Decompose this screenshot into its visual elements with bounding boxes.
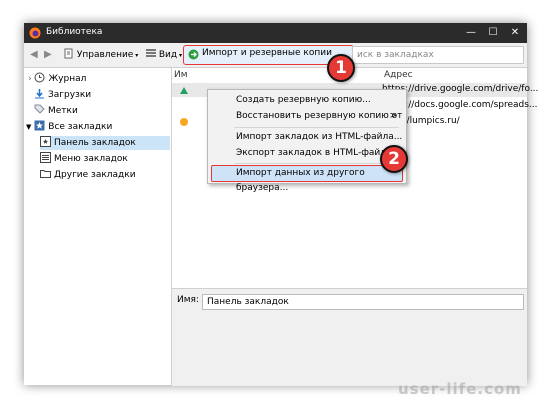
menu-item-label: Импорт данных из другого браузера...	[236, 168, 365, 193]
name-label: Имя:	[177, 295, 199, 305]
bookmarks-toolbar-icon	[40, 136, 51, 147]
views-label: Вид	[158, 50, 178, 60]
close-icon[interactable]: ✕	[508, 26, 522, 40]
menu-item-import-from-browser[interactable]: Импорт данных из другого браузера...	[211, 165, 403, 193]
sidebar-item-other-bookmarks[interactable]: Другие закладки	[40, 168, 170, 182]
firefox-icon	[29, 27, 41, 39]
details-panel: Имя: Панель закладок	[172, 288, 527, 386]
views-button[interactable]: Вид ▾	[146, 47, 182, 63]
manage-label: Управление	[76, 50, 134, 60]
import-backup-menu: Создать резервную копию... Восстановить …	[207, 89, 407, 193]
name-field-value: Панель закладок	[207, 297, 289, 307]
title-bar: Библиотека — ☐ ✕	[24, 23, 527, 43]
menu-item-create-backup[interactable]: Создать резервную копию...	[209, 93, 405, 108]
sidebar-item-label: Метки	[48, 106, 78, 116]
sidebar-item-label: Меню закладок	[54, 154, 128, 164]
library-window: Библиотека — ☐ ✕ ◀ ▶ Управление ▾ Вид ▾	[24, 23, 538, 386]
star-icon	[34, 120, 45, 131]
maximize-icon[interactable]: ☐	[486, 26, 500, 40]
back-icon[interactable]: ◀	[30, 47, 38, 63]
forward-icon[interactable]: ▶	[44, 47, 52, 63]
sidebar-item-label: Все закладки	[48, 122, 113, 132]
minimize-icon[interactable]: —	[464, 26, 478, 40]
list-view-icon	[146, 49, 156, 57]
sidebar-item-downloads[interactable]: Загрузки	[34, 88, 170, 102]
menu-item-label: Создать резервную копию...	[236, 95, 371, 105]
window-title: Библиотека	[46, 27, 103, 37]
manage-icon	[64, 48, 73, 59]
dropdown-icon: ▾	[133, 52, 139, 59]
search-input[interactable]: иск в закладках	[352, 46, 524, 64]
tag-icon	[34, 104, 45, 114]
menu-separator	[234, 127, 399, 128]
sidebar-item-all-bookmarks[interactable]: ▼ Все закладки	[26, 120, 170, 134]
watermark: user-life.com	[398, 380, 522, 398]
menu-item-restore-backup[interactable]: Восстановить резервную копию от >	[209, 109, 405, 124]
sidebar-item-label: Загрузки	[48, 90, 92, 100]
submenu-arrow-icon: >	[389, 111, 397, 121]
sidebar-item-bookmarks-menu[interactable]: Меню закладок	[40, 152, 170, 166]
download-icon	[35, 89, 44, 99]
search-placeholder: иск в закладках	[357, 50, 434, 60]
manage-button[interactable]: Управление ▾	[64, 47, 138, 63]
step-badge-2: 2	[380, 145, 408, 173]
sidebar-item-label: Журнал	[48, 74, 87, 84]
sidebar: › Журнал Загрузки Метки ▼ Все закладки П…	[24, 68, 172, 385]
import-icon	[188, 49, 199, 60]
folder-icon	[40, 170, 51, 178]
column-header-name[interactable]: Им	[174, 70, 188, 80]
sidebar-item-bookmarks-toolbar[interactable]: Панель закладок	[40, 136, 170, 150]
sidebar-item-label: Панель закладок	[54, 138, 136, 148]
sidebar-item-tags[interactable]: Метки	[34, 104, 170, 118]
dropdown-icon: ▾	[177, 52, 183, 59]
sidebar-item-history[interactable]: › Журнал	[28, 72, 170, 86]
step-badge-1: 1	[327, 54, 355, 82]
lumpics-favicon	[180, 118, 188, 126]
menu-item-label: Импорт закладок из HTML-файла...	[236, 132, 403, 142]
menu-item-export-html[interactable]: Экспорт закладок в HTML-файл...	[209, 146, 405, 161]
column-header-address[interactable]: Адрес	[384, 70, 413, 80]
sidebar-item-label: Другие закладки	[54, 170, 136, 180]
drive-favicon	[180, 87, 188, 94]
clock-icon	[34, 72, 45, 83]
toolbar: ◀ ▶ Управление ▾ Вид ▾ Импорт и резервны…	[24, 43, 527, 68]
menu-item-label: Восстановить резервную копию от	[236, 111, 403, 121]
bookmarks-menu-icon	[40, 152, 51, 163]
menu-item-import-html[interactable]: Импорт закладок из HTML-файла...	[209, 130, 405, 145]
import-backup-label: Импорт и резервные копии	[202, 48, 332, 58]
menu-item-label: Экспорт закладок в HTML-файл...	[236, 148, 395, 158]
expand-icon: ▼	[26, 123, 32, 131]
menu-separator	[234, 163, 399, 164]
name-field[interactable]: Панель закладок	[202, 294, 524, 310]
